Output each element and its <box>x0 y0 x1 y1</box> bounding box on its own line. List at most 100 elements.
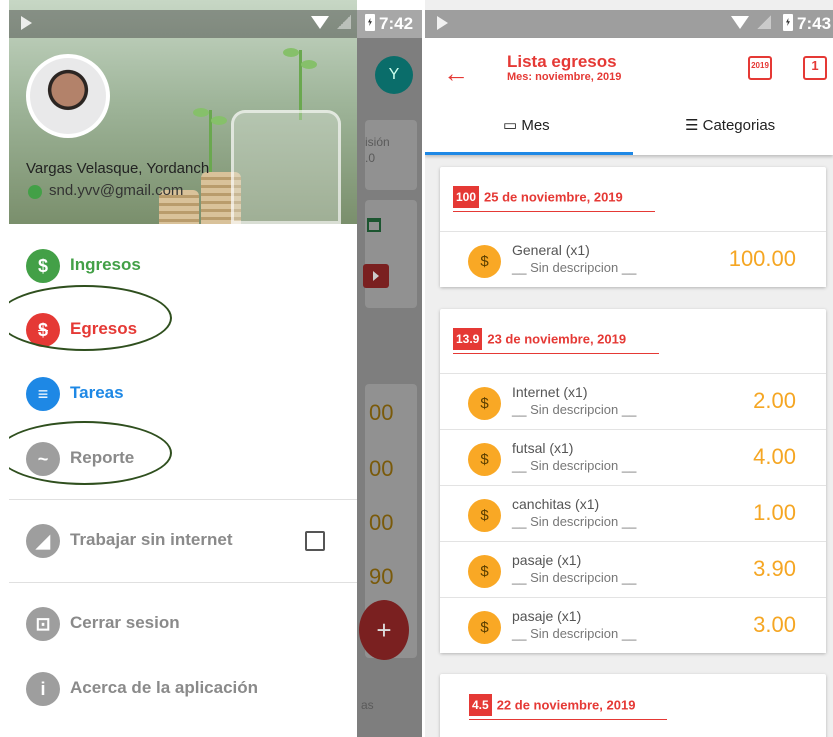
clock: 7:42 <box>379 14 414 33</box>
navigation-drawer: Vargas Velasque, Yordanch snd.yvv@gmail.… <box>9 0 357 737</box>
date-header: 13.9 23 de noviembre, 2019 <box>453 328 659 354</box>
calendar-icon <box>367 218 381 232</box>
menu-item-tareas[interactable]: ≡ Tareas <box>26 373 346 413</box>
list-icon: ≡ <box>26 377 60 411</box>
background-app: Y isión .0 00 00 00 90 + as <box>357 38 422 737</box>
back-arrow-icon[interactable]: ← <box>443 58 469 89</box>
item-amount: 4.00 <box>753 444 796 469</box>
date-header: 100 25 de noviembre, 2019 <box>453 186 655 212</box>
battery-icon <box>365 14 375 31</box>
item-name: futsal (x1) <box>512 440 574 456</box>
calendar-day-icon[interactable]: 1 <box>803 56 827 80</box>
date-label: 23 de noviembre, 2019 <box>487 331 627 347</box>
menu-item-label: Ingresos <box>70 255 141 274</box>
menu-item-logout[interactable]: ⊡ Cerrar sesion <box>26 603 346 643</box>
item-amount: 2.00 <box>753 388 796 413</box>
play-button <box>363 264 389 288</box>
item-name: canchitas (x1) <box>512 496 600 512</box>
user-email: snd.yvv@gmail.com <box>49 182 184 199</box>
amount: 00 <box>369 400 394 425</box>
divider <box>9 582 357 583</box>
add-fab-button: + <box>359 600 409 660</box>
card-text: isión .0 <box>365 135 390 165</box>
avatar: Y <box>375 56 413 94</box>
wifi-icon <box>731 16 749 29</box>
total-badge: 100 <box>453 186 480 208</box>
play-store-icon <box>437 16 448 30</box>
list-item[interactable]: $ pasaje (x1) __ Sin descripcion __ 3.90 <box>440 541 826 597</box>
tab-label: Categorias <box>702 117 776 134</box>
signal-icon <box>337 15 351 29</box>
amount: 00 <box>369 510 394 535</box>
calendar-year-icon[interactable]: 2019 <box>748 56 772 80</box>
item-description: __ Sin descripcion __ <box>512 402 637 417</box>
user-name: Vargas Velasque, Yordanch <box>26 160 210 177</box>
item-description: __ Sin descripcion __ <box>512 458 637 473</box>
left-screen: Y isión .0 00 00 00 90 + as Vargas Velas… <box>9 0 422 737</box>
card <box>365 200 417 308</box>
total-badge: 4.5 <box>469 694 492 716</box>
coin-jar <box>231 110 341 224</box>
date-label: 22 de noviembre, 2019 <box>496 697 636 713</box>
no-dollar-icon: $ <box>468 245 501 278</box>
signal-icon: ◢ <box>26 524 60 558</box>
bottom-nav-text: as <box>361 698 374 712</box>
page-title: Lista egresos <box>507 52 617 71</box>
item-name: Internet (x1) <box>512 384 588 400</box>
item-description: __ Sin descripcion __ <box>512 570 637 585</box>
status-bar: 7:42 <box>9 10 422 38</box>
wifi-icon <box>311 16 329 29</box>
profile-avatar[interactable] <box>26 54 110 138</box>
item-name: pasaje (x1) <box>512 552 582 568</box>
page-subtitle: Mes: noviembre, 2019 <box>507 71 622 83</box>
battery-icon <box>783 14 793 31</box>
tab-label: Mes <box>521 117 550 134</box>
offline-checkbox[interactable] <box>305 531 325 551</box>
list-item[interactable]: $ canchitas (x1) __ Sin descripcion __ 1… <box>440 485 826 541</box>
item-description: __ Sin descripcion __ <box>512 514 637 529</box>
item-name: General (x1) <box>512 242 590 258</box>
signal-icon <box>757 15 771 29</box>
item-name: pasaje (x1) <box>512 608 582 624</box>
no-dollar-icon: $ <box>468 443 501 476</box>
leaf <box>193 108 209 117</box>
info-icon: i <box>26 672 60 706</box>
play-store-icon <box>21 16 32 30</box>
no-dollar-icon: $ <box>468 387 501 420</box>
menu-item-label: Trabajar sin internet <box>70 530 233 549</box>
menu-item-label: Tareas <box>70 383 124 402</box>
amount: 00 <box>369 456 394 481</box>
leaf <box>283 48 299 57</box>
item-description: __ Sin descripcion __ <box>512 260 637 275</box>
status-bar: 7:43 <box>425 10 833 38</box>
date-label: 25 de noviembre, 2019 <box>484 189 623 205</box>
tab-mes[interactable]: ▭ Mes <box>503 116 550 134</box>
lock-icon: ⊡ <box>26 607 60 641</box>
menu-item-offline[interactable]: ◢ Trabajar sin internet <box>26 520 346 560</box>
active-tab-indicator <box>425 152 633 155</box>
list-item[interactable]: $ General (x1) __ Sin descripcion __ 100… <box>440 231 826 287</box>
menu-item-ingresos[interactable]: $ Ingresos <box>26 245 346 285</box>
list-item[interactable]: $ Internet (x1) __ Sin descripcion __ 2.… <box>440 373 826 429</box>
menu-item-label: Cerrar sesion <box>70 613 180 632</box>
menu-item-label: Acerca de la aplicación <box>70 678 259 697</box>
tab-categorias[interactable]: ☰ Categorias <box>685 116 775 134</box>
leaf <box>211 116 227 125</box>
menu-item-about[interactable]: i Acerca de la aplicación <box>26 668 346 708</box>
date-header: 4.5 22 de noviembre, 2019 <box>469 694 667 720</box>
item-amount: 3.00 <box>753 612 796 637</box>
list-item[interactable]: $ futsal (x1) __ Sin descripcion __ 4.00 <box>440 429 826 485</box>
clock: 7:43 <box>797 14 832 33</box>
no-dollar-icon: $ <box>468 611 501 644</box>
leaf <box>301 60 317 69</box>
total-badge: 13.9 <box>453 328 483 350</box>
app-bar: ← Lista egresos Mes: noviembre, 2019 201… <box>425 38 833 155</box>
right-screen: 7:43 ← Lista egresos Mes: noviembre, 201… <box>425 0 833 737</box>
item-amount: 3.90 <box>753 556 796 581</box>
item-amount: 100.00 <box>728 246 796 271</box>
online-status-icon <box>28 185 42 199</box>
list-item[interactable]: $ pasaje (x1) __ Sin descripcion __ 3.00 <box>440 597 826 653</box>
item-description: __ Sin descripcion __ <box>512 626 637 641</box>
amount: 90 <box>369 564 394 589</box>
divider <box>9 499 357 500</box>
